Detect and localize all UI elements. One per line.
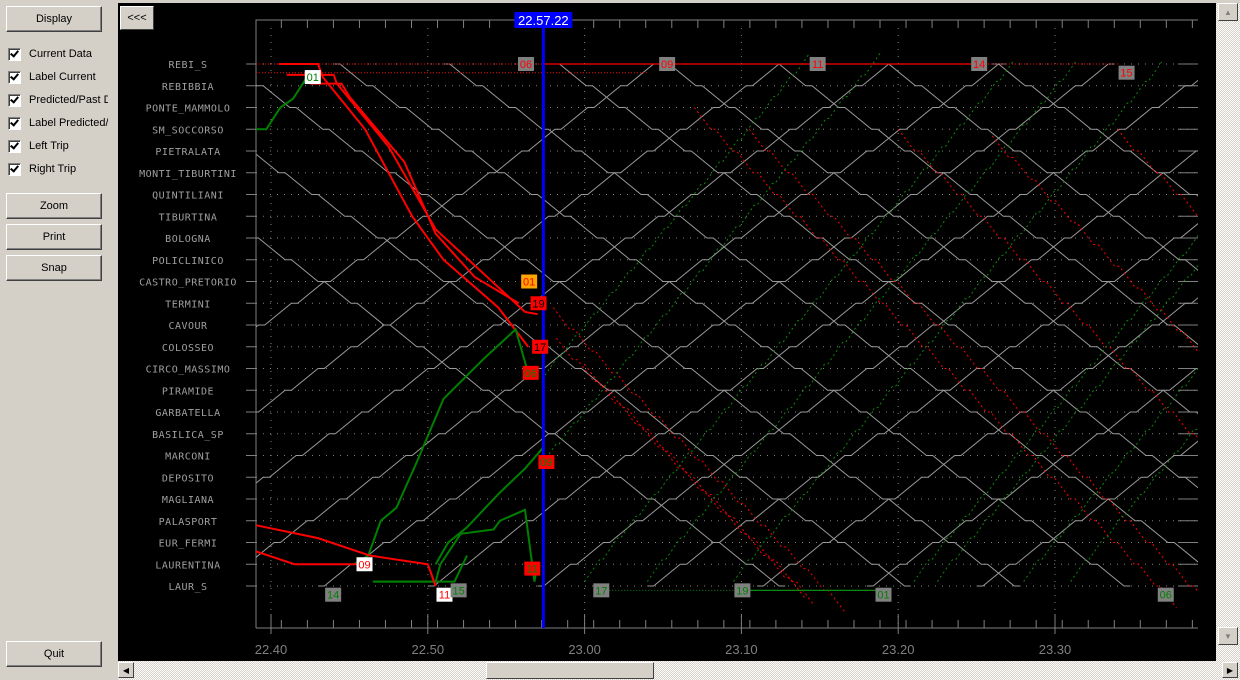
train-graph-chart[interactable]: REBI_S REBIBBIA PONTE_MAMMOLO SM_SOCCORSO PI… — [0, 0, 1240, 680]
trip-id-label: 19 — [532, 298, 544, 310]
x-tick-label: 22.50 — [412, 642, 445, 657]
trip-id-label: 09 — [358, 559, 370, 571]
current-trip-line — [286, 73, 538, 316]
trip-id-label: 06 — [525, 368, 537, 380]
station-label: TERMINI — [165, 299, 211, 310]
station-label: EUR_FERMI — [159, 539, 218, 550]
scheduled-trip-line — [256, 237, 786, 587]
station-label: MAGLIANA — [162, 495, 214, 506]
horizontal-scroll-thumb[interactable] — [486, 662, 654, 679]
station-label: TIBURTINA — [159, 212, 218, 223]
trip-id-label: 15 — [1120, 68, 1132, 80]
trip-id-label: 11 — [527, 564, 538, 576]
station-label: PIRAMIDE — [162, 386, 214, 397]
current-trip-line — [278, 63, 529, 348]
station-label: GARBATELLA — [155, 408, 220, 419]
arrow-up-icon: ▲ — [1224, 7, 1232, 17]
back-button[interactable]: <<< — [120, 6, 154, 30]
x-tick-label: 23.10 — [725, 642, 758, 657]
station-label: POLICLINICO — [152, 256, 224, 267]
x-tick-label: 23.30 — [1039, 642, 1072, 657]
trip-id-label: 01 — [523, 277, 535, 289]
scheduled-trip-line — [256, 63, 1005, 558]
scheduled-trip-line — [976, 440, 1198, 587]
vertical-scrollbar[interactable]: ▲ ▼ — [1216, 3, 1240, 661]
predicted-trip-green — [936, 264, 1198, 582]
current-trip-line — [372, 555, 468, 583]
station-label: REBI_S — [168, 60, 207, 71]
trip-id-label: 06 — [520, 59, 532, 71]
predicted-trip-red — [555, 337, 807, 600]
station-label: LAUR_S — [168, 582, 207, 593]
predicted-trip-red — [552, 307, 846, 613]
x-tick-label: 23.20 — [882, 642, 915, 657]
trip-id-label: 09 — [661, 59, 673, 71]
arrow-left-icon: ◀ — [122, 665, 130, 675]
predicted-trip-green — [540, 52, 881, 467]
trip-id-label: 01 — [877, 590, 889, 602]
x-tick-label: 23.00 — [568, 642, 601, 657]
station-label: PALASPORT — [159, 517, 218, 528]
station-label: REBIBBIA — [162, 82, 214, 93]
station-label: BASILICA_SP — [152, 430, 224, 441]
horizontal-scrollbar[interactable]: ◀ ▶ — [118, 661, 1240, 680]
scroll-down-button[interactable]: ▼ — [1218, 627, 1238, 645]
x-tick-label: 22.40 — [255, 642, 288, 657]
trip-id-label: 01 — [307, 72, 319, 84]
station-label: PONTE_MAMMOLO — [146, 104, 231, 115]
station-label: PIETRALATA — [155, 147, 220, 158]
scheduled-trip-line — [256, 63, 896, 484]
current-trip-line — [372, 508, 539, 583]
current-trip-line — [256, 524, 437, 587]
scheduled-trip-line — [256, 84, 1021, 587]
trip-id-label: 19 — [736, 585, 748, 597]
predicted-trip-green — [1070, 426, 1198, 582]
scroll-right-button[interactable]: ▶ — [1222, 662, 1238, 678]
trip-lines — [256, 52, 1198, 613]
trip-id-label: 14 — [327, 590, 339, 602]
predicted-trip-red — [584, 363, 814, 604]
station-label: CASTRO_PRETORIO — [139, 278, 237, 289]
scheduled-trip-line — [443, 63, 1198, 563]
predicted-trip-green — [584, 59, 1015, 582]
scroll-up-button[interactable]: ▲ — [1218, 3, 1238, 21]
station-label: CAVOUR — [168, 321, 208, 332]
station-label: COLOSSEO — [162, 343, 214, 354]
station-label: LAURENTINA — [155, 560, 220, 571]
scheduled-trip-line — [992, 63, 1198, 197]
station-label: MARCONI — [165, 452, 211, 463]
station-label: CIRCO_MASSIMO — [146, 365, 231, 376]
predicted-trip-green — [1023, 367, 1198, 582]
scheduled-trip-line — [256, 63, 786, 413]
station-label: BOLOGNA — [165, 234, 211, 245]
arrow-right-icon: ▶ — [1226, 665, 1234, 675]
trip-id-label: 15 — [452, 585, 464, 597]
station-label: DEPOSITO — [162, 473, 214, 484]
scheduled-trip-line — [427, 79, 1198, 587]
trip-id-label: 06 — [1160, 590, 1172, 602]
trip-id-label: 09 — [540, 457, 552, 469]
arrow-down-icon: ▼ — [1224, 631, 1232, 641]
trip-id-label: 14 — [973, 59, 985, 71]
station-label: MONTI_TIBURTINI — [139, 169, 237, 180]
predicted-trip-green — [913, 234, 1198, 582]
current-trip-line — [353, 327, 530, 566]
scroll-left-button[interactable]: ◀ — [118, 662, 134, 678]
trip-id-label: 17 — [534, 342, 546, 354]
time-cursor-label: 22.57.22 — [518, 13, 569, 28]
predicted-trip-red — [693, 107, 1177, 609]
station-label: SM_SOCCORSO — [152, 125, 224, 136]
current-trip-line — [256, 76, 308, 131]
predicted-trip-green — [646, 59, 1078, 582]
trip-id-label: 11 — [439, 590, 450, 602]
station-label: QUINTILIANI — [152, 191, 224, 202]
scheduled-trip-line — [537, 150, 1198, 587]
scheduled-trip-line — [318, 63, 1115, 587]
back-button-label: <<< — [127, 12, 147, 24]
trip-id-label: 11 — [812, 59, 823, 71]
trip-id-label: 17 — [595, 585, 607, 597]
